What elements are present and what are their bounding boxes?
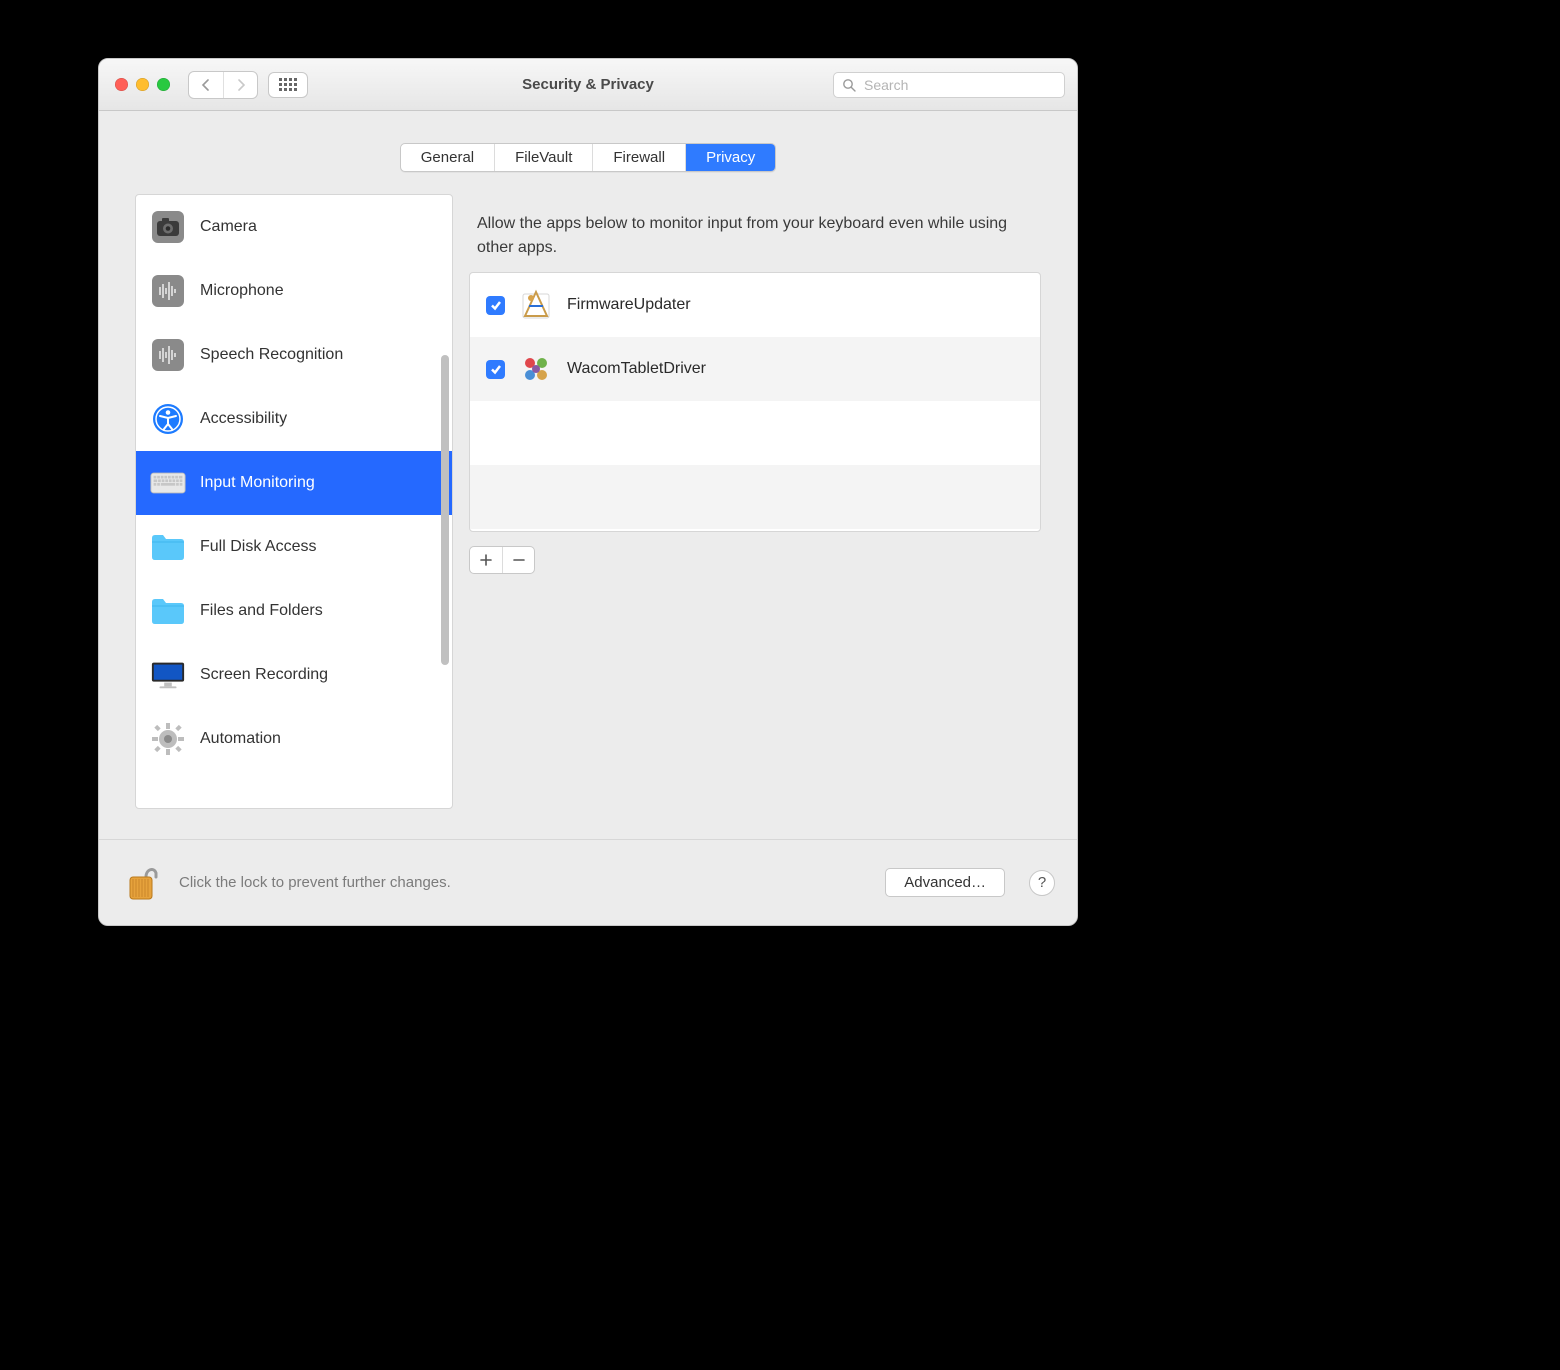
show-all-button[interactable] — [268, 72, 308, 98]
folder-icon — [150, 529, 186, 565]
plus-icon — [480, 554, 492, 566]
sidebar-item-label: Full Disk Access — [200, 538, 316, 556]
keyboard-icon — [150, 465, 186, 501]
app-row[interactable]: WacomTabletDriver — [470, 337, 1040, 401]
back-button[interactable] — [189, 72, 223, 98]
add-remove-segment — [469, 546, 535, 574]
sidebar-item-files-folders[interactable]: Files and Folders — [136, 579, 452, 643]
minimize-window-button[interactable] — [136, 78, 149, 91]
accessibility-icon — [150, 401, 186, 437]
sidebar-item-full-disk[interactable]: Full Disk Access — [136, 515, 452, 579]
sidebar-item-automation[interactable]: Automation — [136, 707, 452, 771]
microphone-icon — [150, 273, 186, 309]
nav-back-forward — [188, 71, 258, 99]
tab-privacy[interactable]: Privacy — [686, 144, 775, 171]
sidebar-item-label: Microphone — [200, 282, 284, 300]
tab-filevault[interactable]: FileVault — [495, 144, 593, 171]
sidebar-item-microphone[interactable]: Microphone — [136, 259, 452, 323]
app-permission-list: FirmwareUpdater WacomTabletDriver — [469, 272, 1041, 532]
tab-bar-wrap: General FileVault Firewall Privacy — [99, 111, 1077, 194]
sidebar-scrollbar[interactable] — [441, 355, 449, 665]
preferences-window: Security & Privacy General FileVault Fir… — [98, 58, 1078, 926]
sidebar-item-label: Screen Recording — [200, 666, 328, 684]
app-row-empty — [470, 465, 1040, 529]
sidebar-item-label: Automation — [200, 730, 281, 748]
sidebar-item-speech[interactable]: Speech Recognition — [136, 323, 452, 387]
footer: Click the lock to prevent further change… — [99, 839, 1077, 925]
advanced-button[interactable]: Advanced… — [885, 868, 1005, 897]
minus-icon — [513, 554, 525, 566]
camera-icon — [150, 209, 186, 245]
titlebar: Security & Privacy — [99, 59, 1077, 111]
window-controls — [115, 78, 170, 91]
lock-instruction: Click the lock to prevent further change… — [179, 874, 871, 891]
detail-panel: Allow the apps below to monitor input fr… — [469, 194, 1041, 809]
content-area: Camera Microphone Speech Recognition — [99, 194, 1077, 809]
sidebar-item-label: Input Monitoring — [200, 474, 315, 492]
check-icon — [490, 299, 502, 311]
grid-icon — [279, 78, 297, 91]
app-icon — [519, 288, 553, 322]
lock-button[interactable] — [121, 859, 165, 907]
close-window-button[interactable] — [115, 78, 128, 91]
tab-bar: General FileVault Firewall Privacy — [400, 143, 777, 172]
app-name: FirmwareUpdater — [567, 296, 691, 314]
sidebar-item-label: Accessibility — [200, 410, 287, 428]
app-checkbox[interactable] — [486, 360, 505, 379]
lock-open-icon — [124, 861, 162, 905]
app-row-empty — [470, 401, 1040, 465]
remove-button[interactable] — [502, 547, 534, 573]
instruction-text: Allow the apps below to monitor input fr… — [469, 194, 1041, 272]
sidebar-item-label: Files and Folders — [200, 602, 323, 620]
app-checkbox[interactable] — [486, 296, 505, 315]
sidebar-item-label: Camera — [200, 218, 257, 236]
app-name: WacomTabletDriver — [567, 360, 706, 378]
search-field[interactable] — [833, 72, 1065, 98]
sidebar-item-label: Speech Recognition — [200, 346, 343, 364]
sidebar-item-camera[interactable]: Camera — [136, 195, 452, 259]
sidebar-item-accessibility[interactable]: Accessibility — [136, 387, 452, 451]
app-row[interactable]: FirmwareUpdater — [470, 273, 1040, 337]
display-icon — [150, 657, 186, 693]
folder-icon — [150, 593, 186, 629]
sidebar-item-input-monitoring[interactable]: Input Monitoring — [136, 451, 452, 515]
app-icon — [519, 352, 553, 386]
tab-firewall[interactable]: Firewall — [593, 144, 686, 171]
add-button[interactable] — [470, 547, 502, 573]
search-input[interactable] — [862, 76, 1056, 94]
search-icon — [842, 78, 856, 92]
sidebar-item-screen-recording[interactable]: Screen Recording — [136, 643, 452, 707]
forward-button[interactable] — [223, 72, 257, 98]
privacy-category-list: Camera Microphone Speech Recognition — [135, 194, 453, 809]
zoom-window-button[interactable] — [157, 78, 170, 91]
speech-icon — [150, 337, 186, 373]
help-button[interactable]: ? — [1029, 870, 1055, 896]
gear-icon — [150, 721, 186, 757]
check-icon — [490, 363, 502, 375]
tab-general[interactable]: General — [401, 144, 495, 171]
